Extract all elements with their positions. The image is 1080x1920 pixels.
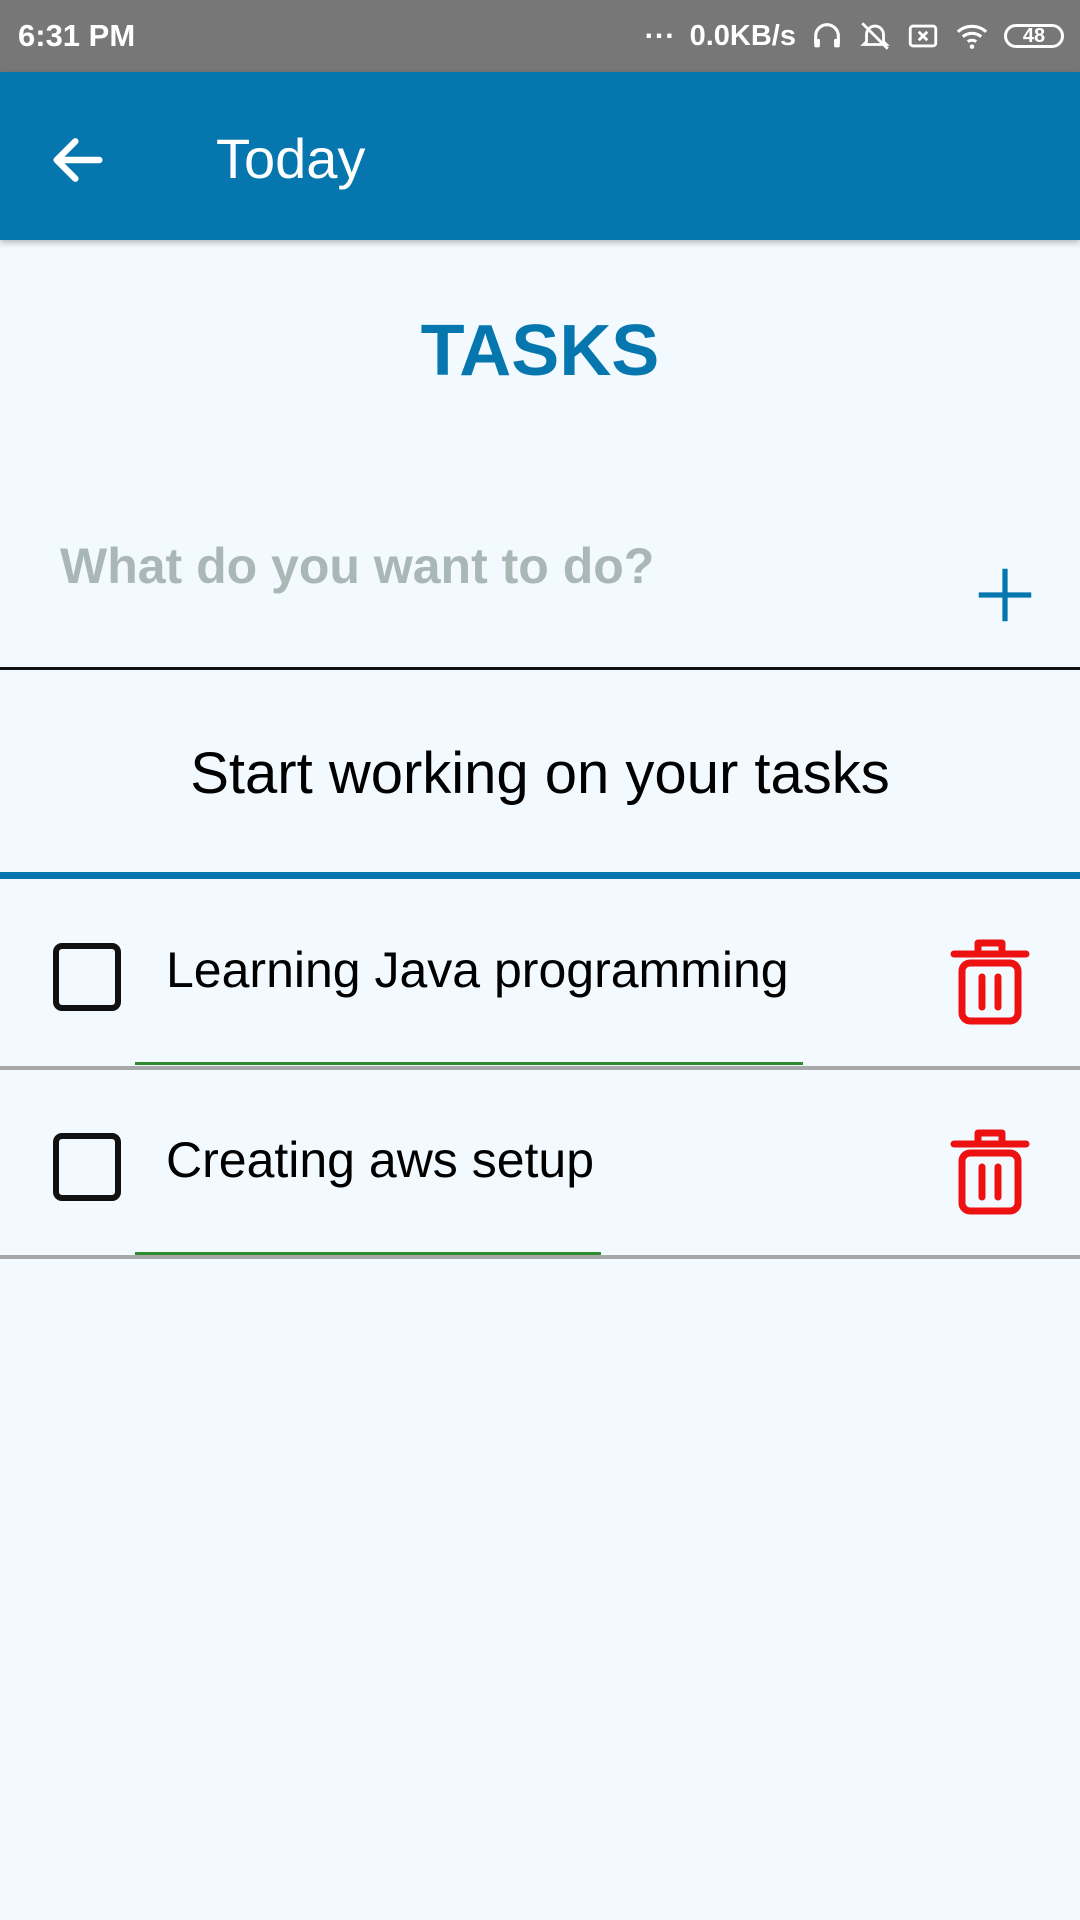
- task-row: Learning Java programming: [0, 879, 1080, 1069]
- plus-icon: [978, 568, 1032, 622]
- delete-task-button[interactable]: [950, 1127, 1030, 1217]
- task-underline: [135, 1062, 803, 1065]
- section-heading: Start working on your tasks: [190, 741, 890, 806]
- status-icons: ... 0.0KB/s 48: [645, 12, 1064, 53]
- add-task-button[interactable]: [970, 560, 1040, 630]
- status-dots: ...: [644, 12, 676, 45]
- arrow-back-icon: [53, 138, 103, 182]
- task-label[interactable]: Learning Java programming: [166, 941, 789, 999]
- back-button[interactable]: [46, 128, 110, 192]
- section-divider: [0, 872, 1080, 879]
- headphones-icon: [810, 19, 844, 53]
- task-checkbox[interactable]: [53, 943, 121, 1011]
- wifi-icon: [954, 19, 990, 53]
- trash-icon: [950, 939, 1030, 1025]
- task-checkbox[interactable]: [53, 1133, 121, 1201]
- alarm-off-icon: [858, 19, 892, 53]
- status-time: 6:31 PM: [18, 18, 136, 53]
- network-speed: 0.0KB/s: [689, 19, 796, 52]
- input-underline: [0, 667, 1080, 670]
- battery-level: 48: [1022, 24, 1046, 47]
- sim-off-icon: [906, 19, 940, 53]
- task-label[interactable]: Creating aws setup: [166, 1131, 594, 1189]
- row-divider: [0, 1255, 1080, 1259]
- trash-icon: [950, 1129, 1030, 1215]
- delete-task-button[interactable]: [950, 937, 1030, 1027]
- page-title: TASKS: [420, 311, 660, 391]
- app-bar: Today: [0, 72, 1080, 240]
- task-input[interactable]: [58, 530, 922, 602]
- battery-icon: 48: [1004, 24, 1064, 48]
- app-title: Today: [216, 127, 366, 190]
- status-bar: 6:31 PM ... 0.0KB/s 48: [0, 0, 1080, 72]
- task-row: Creating aws setup: [0, 1070, 1080, 1260]
